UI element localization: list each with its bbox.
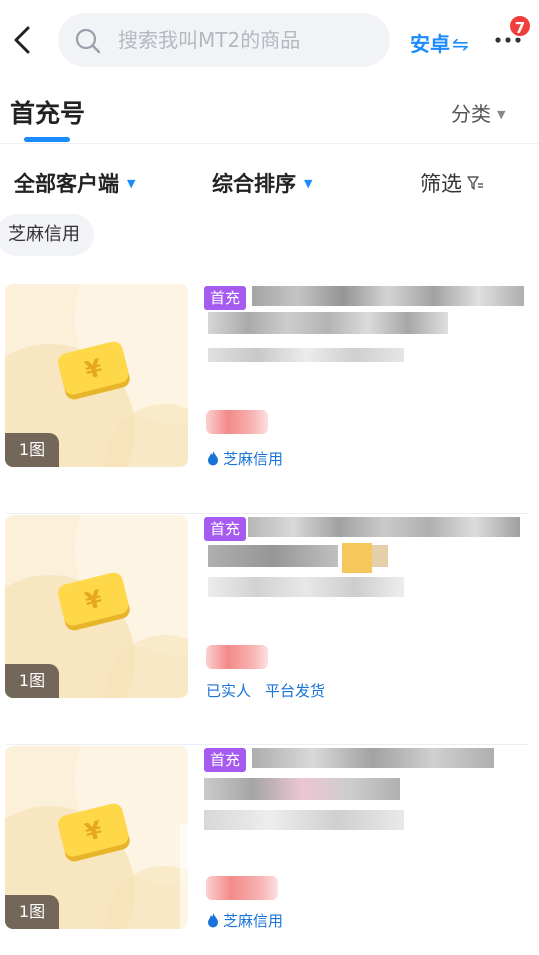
- filter-label: 筛选: [420, 172, 462, 196]
- item-label: 平台发货: [265, 680, 325, 701]
- category-label: 分类: [451, 102, 491, 126]
- blurred-title: [204, 284, 524, 374]
- blurred-title: [180, 746, 520, 944]
- back-arrow-icon[interactable]: [10, 24, 36, 56]
- item-thumbnail: ¥ 1图: [5, 284, 188, 467]
- list-item[interactable]: ¥ 1图 首充 芝麻信用: [0, 746, 539, 955]
- coin-icon: ¥: [58, 341, 130, 400]
- notification-badge: 7: [508, 14, 532, 38]
- list-item[interactable]: ¥ 1图 首充 芝麻信用: [0, 284, 539, 514]
- search-icon: [75, 28, 101, 54]
- client-filter-label: 全部客户端: [14, 172, 119, 196]
- coin-icon: ¥: [58, 572, 130, 631]
- divider: [6, 513, 529, 514]
- caret-down-icon: ▼: [304, 177, 313, 190]
- sort-filter[interactable]: 综合排序 ▼: [212, 168, 312, 198]
- blurred-title: [204, 515, 524, 605]
- coin-icon: ¥: [58, 803, 130, 862]
- flame-icon: [208, 451, 218, 466]
- blurred-price: [206, 876, 278, 900]
- active-tab-indicator: [24, 137, 70, 142]
- filter-bar: 全部客户端 ▼ 综合排序 ▼ 筛选: [0, 146, 539, 212]
- category-dropdown[interactable]: 分类 ▼: [451, 98, 505, 127]
- filter-button[interactable]: 筛选: [420, 168, 484, 198]
- image-count: 1图: [5, 433, 59, 467]
- flame-icon: [208, 913, 218, 928]
- top-bar: 安卓⇋ 7: [0, 0, 539, 82]
- search-bar[interactable]: [58, 13, 390, 67]
- title-row: 首充号 分类 ▼: [0, 82, 539, 144]
- item-label: 芝麻信用: [206, 910, 283, 931]
- swap-icon: ⇋: [452, 32, 469, 56]
- client-filter[interactable]: 全部客户端 ▼: [14, 168, 135, 198]
- blurred-price: [206, 410, 268, 434]
- sesame-credit-chip[interactable]: 芝麻信用: [0, 214, 94, 256]
- platform-switch[interactable]: 安卓 ⇋: [410, 28, 469, 57]
- label-text: 平台发货: [265, 682, 326, 700]
- platform-label: 安卓: [410, 32, 450, 56]
- label-text: 已实人: [206, 682, 252, 700]
- label-text: 芝麻信用: [223, 912, 284, 930]
- item-label: 芝麻信用: [206, 448, 283, 469]
- blurred-price: [206, 645, 268, 669]
- image-count: 1图: [5, 895, 59, 929]
- page-title[interactable]: 首充号: [10, 94, 85, 130]
- item-thumbnail: ¥ 1图: [5, 515, 188, 698]
- divider: [6, 744, 529, 745]
- filter-icon: [467, 176, 483, 190]
- image-count: 1图: [5, 664, 59, 698]
- item-label: 已实人: [206, 680, 251, 701]
- list-item[interactable]: ¥ 1图 首充 已实人 平台发货: [0, 515, 539, 745]
- search-input[interactable]: [118, 13, 378, 67]
- caret-down-icon: ▼: [497, 108, 506, 121]
- sort-filter-label: 综合排序: [212, 172, 296, 196]
- item-thumbnail: ¥ 1图: [5, 746, 188, 929]
- caret-down-icon: ▼: [127, 177, 136, 190]
- label-text: 芝麻信用: [223, 450, 284, 468]
